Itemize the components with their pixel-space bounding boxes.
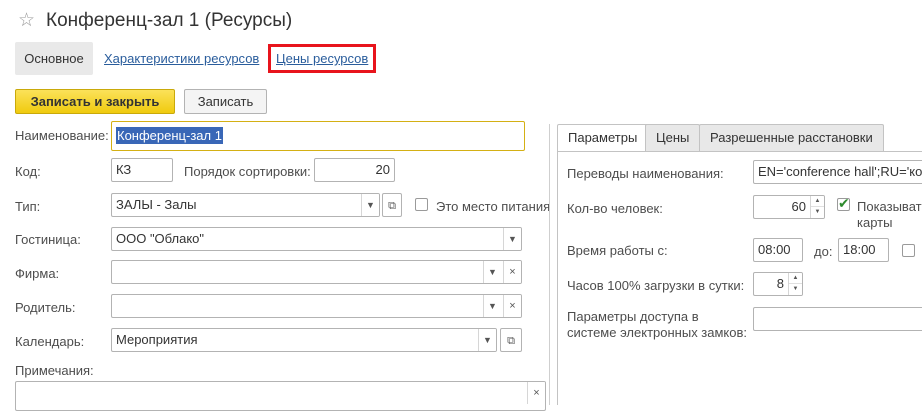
save-button[interactable]: Записать (184, 89, 267, 114)
hotel-label: Гостиница: (15, 232, 81, 247)
type-select[interactable]: ЗАЛЫ - Залы ▼ (111, 193, 380, 217)
hotel-select-value: ООО "Облако" (116, 231, 205, 246)
splitter[interactable] (549, 124, 550, 405)
notes-label: Примечания: (15, 363, 94, 378)
work-to-label: до: (814, 244, 833, 259)
calendar-label: Календарь: (15, 334, 85, 349)
sort-label: Порядок сортировки: (184, 164, 311, 179)
calendar-open-button[interactable]: ⧉ (500, 328, 522, 352)
notes-input[interactable]: × (15, 381, 546, 411)
chevron-down-icon[interactable]: ▼ (483, 261, 501, 283)
hours-input[interactable]: 8 ▲ ▼ (753, 272, 803, 296)
people-count-spinner[interactable]: ▲ ▼ (810, 196, 824, 218)
people-count-label: Кол-во человек: (567, 201, 663, 216)
people-count-value: 60 (791, 199, 806, 214)
food-place-checkbox[interactable] (415, 198, 428, 211)
chevron-down-icon[interactable]: ▼ (478, 329, 496, 351)
tab-prices[interactable]: Цены (645, 124, 701, 151)
nav-tab-main[interactable]: Основное (15, 42, 93, 75)
clear-icon[interactable]: × (527, 382, 545, 404)
chevron-down-icon[interactable]: ▼ (503, 228, 521, 250)
firm-label: Фирма: (15, 266, 60, 281)
tab-parameters[interactable]: Параметры (557, 124, 649, 152)
access-label-line2: системе электронных замков: (567, 325, 748, 340)
hours-value: 8 (776, 276, 784, 291)
access-input[interactable] (753, 307, 922, 331)
clear-icon[interactable]: × (503, 261, 521, 283)
nav-link-resource-prices[interactable]: Цены ресурсов (276, 51, 368, 66)
open-window-icon: ⧉ (388, 200, 396, 212)
checkmark-icon: ✔ (838, 195, 850, 211)
translations-label: Переводы наименования: (567, 166, 724, 181)
food-place-label: Это место питания (436, 199, 551, 214)
hours-spinner[interactable]: ▲ ▼ (788, 273, 802, 295)
show-label-line2: карты (857, 215, 893, 230)
page-title: Конференц-зал 1 (Ресурсы) (46, 10, 293, 31)
parent-select[interactable]: ▼ × (111, 294, 522, 318)
code-label: Код: (15, 164, 41, 179)
save-and-close-button[interactable]: Записать и закрыть (15, 89, 175, 114)
tab-allowed-arrangements[interactable]: Разрешенные расстановки (699, 124, 884, 151)
extra-checkbox[interactable] (902, 244, 915, 257)
calendar-select-value: Мероприятия (116, 332, 198, 347)
parent-label: Родитель: (15, 300, 76, 315)
access-label: Параметры доступа в (567, 309, 699, 324)
name-input[interactable]: Конференц-зал 1 (111, 121, 525, 151)
code-input[interactable]: КЗ (111, 158, 173, 182)
hours-label: Часов 100% загрузки в сутки: (567, 278, 745, 293)
type-open-button[interactable]: ⧉ (382, 193, 402, 217)
open-window-icon: ⧉ (507, 335, 515, 347)
show-label: Показывать (857, 199, 922, 214)
work-from-input[interactable]: 08:00 (753, 238, 803, 262)
star-icon[interactable]: ☆ (18, 10, 35, 32)
nav-link-resource-characteristics[interactable]: Характеристики ресурсов (104, 51, 259, 66)
name-label: Наименование: (15, 128, 109, 143)
chevron-down-icon[interactable]: ▼ (483, 295, 501, 317)
work-to-input[interactable]: 18:00 (838, 238, 889, 262)
sort-input[interactable]: 20 (314, 158, 395, 182)
calendar-select[interactable]: Мероприятия ▼ (111, 328, 497, 352)
tab-panel-left-border (557, 151, 558, 405)
firm-select[interactable]: ▼ × (111, 260, 522, 284)
work-time-label: Время работы с: (567, 243, 668, 258)
chevron-down-icon[interactable]: ▼ (361, 194, 379, 216)
type-select-value: ЗАЛЫ - Залы (116, 197, 197, 212)
translations-input[interactable]: EN='conference hall';RU='конференц-зал' (753, 160, 922, 184)
hotel-select[interactable]: ООО "Облако" ▼ (111, 227, 522, 251)
name-input-selected-text: Конференц-зал 1 (116, 127, 223, 144)
show-checkbox[interactable]: ✔ (837, 195, 850, 211)
tab-panel-border (557, 151, 922, 152)
clear-icon[interactable]: × (503, 295, 521, 317)
type-label: Тип: (15, 199, 41, 214)
people-count-input[interactable]: 60 ▲ ▼ (753, 195, 825, 219)
